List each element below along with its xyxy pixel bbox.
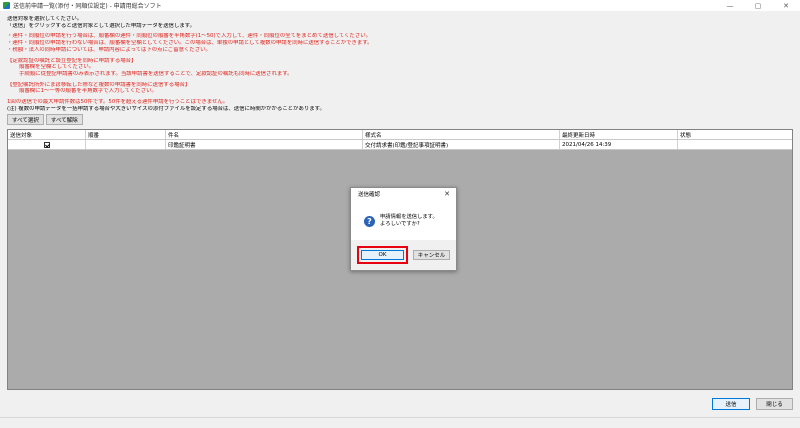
window-title: 送信前申請一覧(添付・同順位設定) - 申請用総合ソフト bbox=[13, 3, 162, 10]
warning-line: 順番欄に1～一等の順番を半角数字で入力してください。 bbox=[19, 88, 157, 95]
header-form-name[interactable]: 様式名 bbox=[363, 130, 560, 139]
warning-line: 【定款認証の嘱託と設立登記を同時に申請する場合】 bbox=[7, 57, 137, 64]
close-window-button[interactable]: ✕ bbox=[772, 0, 800, 11]
updated-cell[interactable]: 2021/04/26 14:39 bbox=[560, 140, 678, 149]
bottom-buttons: 送信 閉じる bbox=[712, 398, 793, 410]
instructions-panel: 送信対象を選択してください。 「送信」をクリックすると送信対象として選択した申請… bbox=[7, 16, 787, 112]
app-icon bbox=[3, 2, 10, 9]
dialog-message: 申請情報を送信します。 よろしいですか? bbox=[380, 214, 438, 227]
header-updated[interactable]: 最終更新日時 bbox=[560, 130, 678, 139]
maximize-button[interactable]: ▢ bbox=[744, 0, 772, 11]
dialog-message-line1: 申請情報を送信します。 bbox=[380, 214, 438, 220]
warning-line: ・連件・同順位の申請を行う場合は、順番欄の連件・同順位の順番を半角数字(1～50… bbox=[7, 33, 372, 40]
close-button[interactable]: 閉じる bbox=[756, 398, 793, 410]
warning-line: ・連件・同順位の申請を行わない場合は、順番欄を空欄としてください。この場合は、単… bbox=[7, 40, 373, 47]
cancel-button[interactable]: キャンセル bbox=[413, 250, 450, 260]
table-header: 送信対象 順番 件名 様式名 最終更新日時 状態 bbox=[8, 130, 792, 140]
warning-line: 手続順に従登記申請書のみ表示されます。当該申請書を送信することで、定款認証の嘱託… bbox=[19, 70, 293, 77]
instruction-line: 送信対象を選択してください。 bbox=[7, 16, 83, 22]
header-order[interactable]: 順番 bbox=[86, 130, 166, 139]
status-bar bbox=[0, 417, 800, 428]
dialog-footer: OK キャンセル bbox=[351, 240, 456, 270]
header-send-target[interactable]: 送信対象 bbox=[8, 130, 86, 139]
status-cell[interactable] bbox=[678, 140, 792, 149]
dialog-close-icon[interactable]: ✕ bbox=[444, 190, 450, 198]
subject-cell[interactable]: 印鑑証明書 bbox=[166, 140, 363, 149]
minimize-button[interactable]: — bbox=[716, 0, 744, 11]
send-target-cell[interactable] bbox=[8, 140, 86, 149]
dialog-body: ? 申請情報を送信します。 よろしいですか? bbox=[351, 200, 456, 242]
table-row[interactable]: 印鑑証明書 交付請求書(印鑑/登記事項証明書) 2021/04/26 14:39 bbox=[8, 140, 792, 150]
dialog-titlebar: 送信確認 ✕ bbox=[351, 188, 456, 200]
window-controls: — ▢ ✕ bbox=[716, 0, 800, 11]
selection-buttons: すべて選択 すべて解除 bbox=[7, 114, 83, 125]
header-subject[interactable]: 件名 bbox=[166, 130, 363, 139]
header-status[interactable]: 状態 bbox=[678, 130, 792, 139]
select-all-button[interactable]: すべて選択 bbox=[7, 114, 44, 125]
dialog-title: 送信確認 bbox=[358, 192, 381, 198]
warning-line: ・税額・法人の同時申請については、申請内容によっては下の点にご留意ください。 bbox=[7, 46, 211, 53]
ok-button[interactable]: OK bbox=[361, 250, 404, 260]
question-icon: ? bbox=[364, 216, 375, 227]
send-confirm-dialog: 送信確認 ✕ ? 申請情報を送信します。 よろしいですか? OK キャンセル bbox=[350, 187, 457, 271]
dialog-message-line2: よろしいですか? bbox=[380, 220, 420, 227]
instruction-line: 「送信」をクリックすると送信対象として選択した申請データを送信します。 bbox=[7, 22, 195, 29]
deselect-all-button[interactable]: すべて解除 bbox=[45, 114, 83, 125]
instruction-line: (注) 複数の申請データを一括申請する場合や大きいサイズの添付ファイルを設定する… bbox=[7, 105, 325, 112]
warning-line: 順番欄を空欄としてください。 bbox=[19, 64, 95, 71]
warning-line: 1回の送信での最大申請件数は50件です。50件を超える連件申請を行うことはできま… bbox=[7, 99, 229, 106]
warning-line: 【登記嘱託所外にまぼ移転した際など複数の申請書を同時に送信する場合】 bbox=[7, 81, 191, 88]
send-button[interactable]: 送信 bbox=[712, 398, 750, 410]
order-cell[interactable] bbox=[86, 140, 166, 149]
ok-button-highlight: OK bbox=[357, 246, 408, 264]
form-name-cell[interactable]: 交付請求書(印鑑/登記事項証明書) bbox=[363, 140, 560, 149]
send-target-checkbox[interactable] bbox=[43, 141, 50, 148]
title-bar: 送信前申請一覧(添付・同順位設定) - 申請用総合ソフト — ▢ ✕ bbox=[0, 0, 800, 11]
